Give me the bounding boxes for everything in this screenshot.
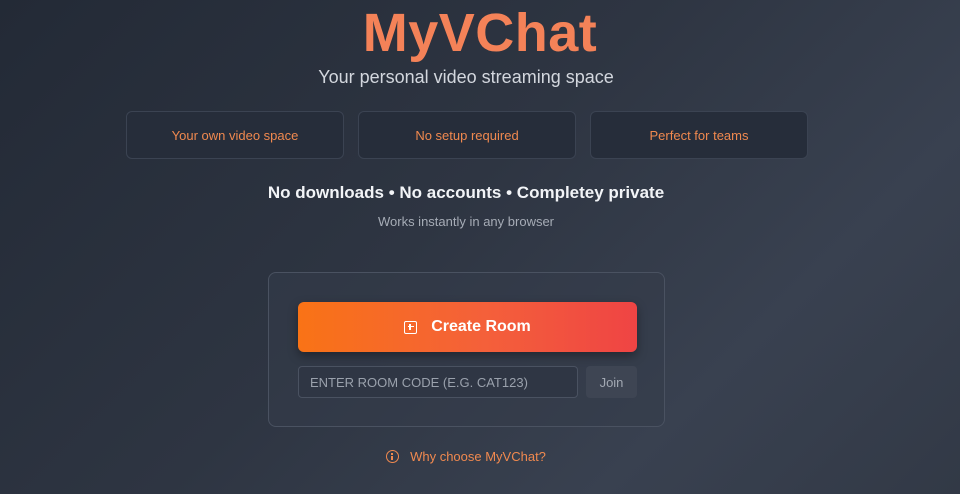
room-panel: Create Room Join	[268, 272, 665, 427]
feature-card-video-space: Your own video space	[126, 111, 344, 159]
plus-square-icon	[404, 320, 418, 334]
room-code-input[interactable]	[298, 366, 578, 398]
tagline-subtext: Works instantly in any browser	[377, 214, 555, 229]
info-icon	[386, 450, 400, 463]
create-room-label: Create Room	[431, 318, 531, 335]
join-button[interactable]: Join	[586, 366, 637, 398]
why-choose-label: Why choose MyVChat?	[410, 449, 546, 464]
feature-card-teams: Perfect for teams	[590, 111, 808, 159]
create-room-button[interactable]: Create Room	[298, 302, 637, 352]
join-row: Join	[298, 366, 637, 398]
feature-card-no-setup: No setup required	[358, 111, 576, 159]
why-choose-link[interactable]: Why choose MyVChat?	[0, 449, 932, 464]
tagline: No downloads • No accounts • Completey p…	[267, 183, 665, 202]
app-title: MyVChat	[362, 3, 598, 63]
app-subtitle: Your personal video streaming space	[318, 67, 614, 87]
feature-list: Your own video space No setup required P…	[126, 111, 808, 159]
